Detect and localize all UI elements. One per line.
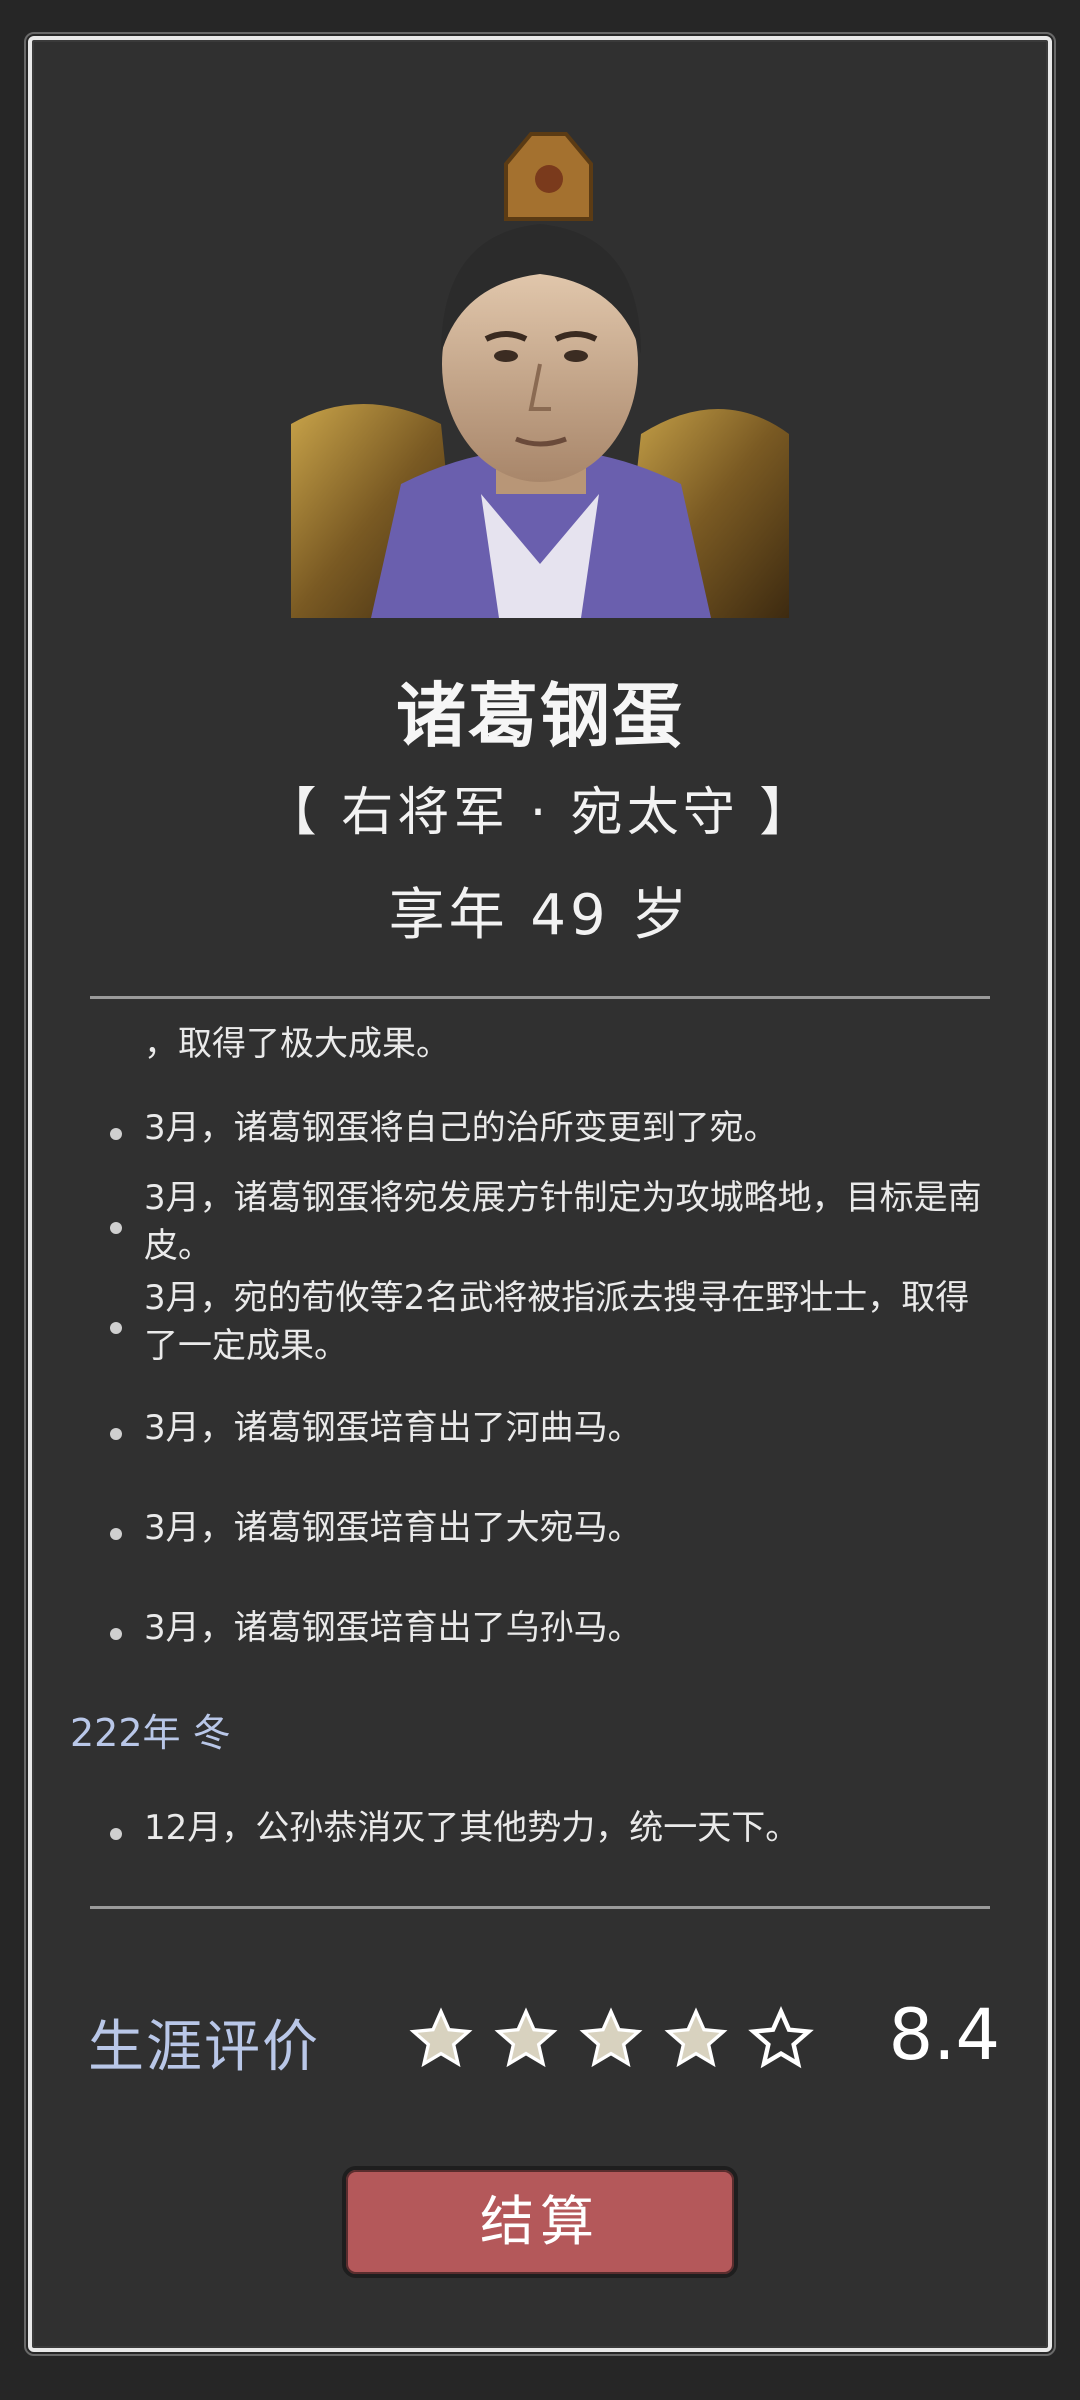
general-portrait (291, 132, 789, 618)
log-item-text: 3月，诸葛钢蛋培育出了乌孙马。 (144, 1608, 642, 1648)
log-item-text: 3月，诸葛钢蛋培育出了河曲马。 (144, 1408, 642, 1448)
settle-button[interactable]: 结算 (342, 2166, 738, 2278)
log-item-text: 12月，公孙恭消灭了其他势力，统一天下。 (144, 1808, 800, 1848)
event-log[interactable]: ，取得了极大成果。 3月，诸葛钢蛋将自己的治所变更到了宛。 3月，诸葛钢蛋将宛发… (70, 1004, 1000, 1884)
bullet-icon (110, 1128, 122, 1140)
bullet-icon (110, 1222, 122, 1234)
top-divider (90, 996, 990, 999)
log-item-text: 3月，诸葛钢蛋将宛发展方针制定为攻城略地，目标是南皮。 (144, 1178, 982, 1266)
star-filled-icon (409, 2007, 473, 2068)
log-item-text: 3月，宛的荀攸等2名武将被指派去搜寻在野壮士，取得了一定成果。 (144, 1278, 970, 1366)
log-item-text: 3月，诸葛钢蛋培育出了大宛马。 (144, 1508, 642, 1548)
career-score: 8.4 (888, 1994, 1000, 2076)
bullet-icon (110, 1322, 122, 1334)
bullet-icon (110, 1428, 122, 1440)
bullet-icon (110, 1628, 122, 1640)
general-age: 享年 49 岁 (388, 883, 692, 948)
general-name: 诸葛钢蛋 (396, 675, 684, 757)
general-title: 【 右将军 · 宛太守 】 (264, 783, 816, 843)
log-item-text: ，取得了极大成果。 (144, 1024, 450, 1064)
career-rating-label: 生涯评价 (88, 2015, 320, 2080)
season-header: 222年 冬 (70, 1711, 231, 1755)
bullet-icon (110, 1828, 122, 1840)
star-filled-icon (664, 2007, 728, 2068)
star-filled-icon (579, 2007, 643, 2068)
bottom-divider (90, 1906, 990, 1909)
bullet-icon (110, 1528, 122, 1540)
star-filled-icon (494, 2007, 558, 2068)
log-item-text: 3月，诸葛钢蛋将自己的治所变更到了宛。 (144, 1108, 778, 1148)
star-empty-icon (748, 2006, 814, 2069)
